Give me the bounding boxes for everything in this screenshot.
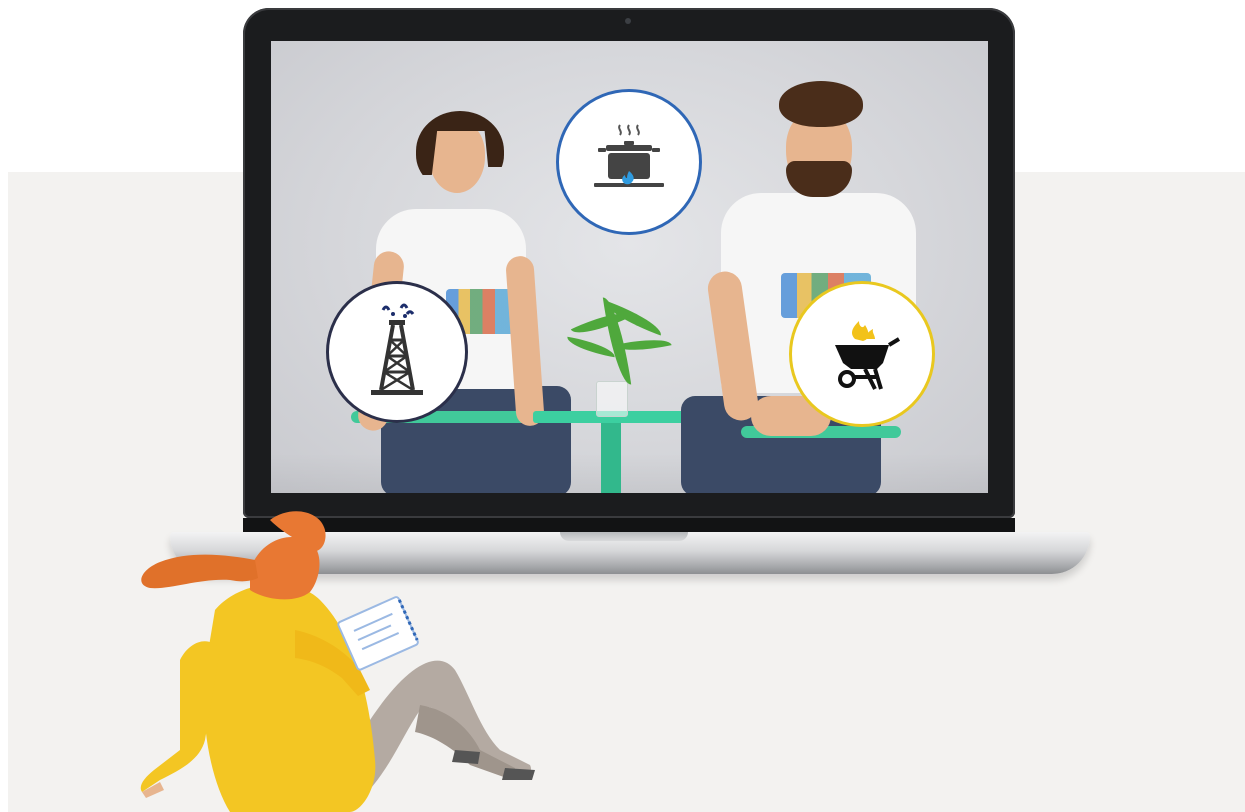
woman-viewer-illustration — [140, 511, 535, 812]
shoe — [502, 768, 535, 780]
webcam — [625, 18, 631, 24]
laptop — [243, 8, 1015, 518]
cooking-pot-on-gas-stove-icon — [594, 124, 664, 187]
presenter-man-hair — [779, 81, 863, 127]
presenter-woman-face — [429, 121, 485, 193]
barbecue-badge — [789, 281, 935, 427]
side-table-leg — [601, 423, 621, 493]
video-frame[interactable] — [271, 41, 988, 493]
laptop-opening-notch — [560, 532, 688, 541]
plant-leaf — [565, 336, 617, 358]
presenter-man-beard — [786, 161, 852, 197]
oil-derrick-icon — [371, 303, 423, 395]
cooking-pot-badge — [556, 89, 702, 235]
barbecue-grill-icon — [835, 321, 901, 390]
plant-vase — [596, 381, 628, 417]
shoe — [452, 750, 480, 764]
oil-derrick-badge — [326, 281, 468, 423]
hair-ponytail — [141, 554, 258, 589]
sweater-arm — [140, 641, 220, 792]
